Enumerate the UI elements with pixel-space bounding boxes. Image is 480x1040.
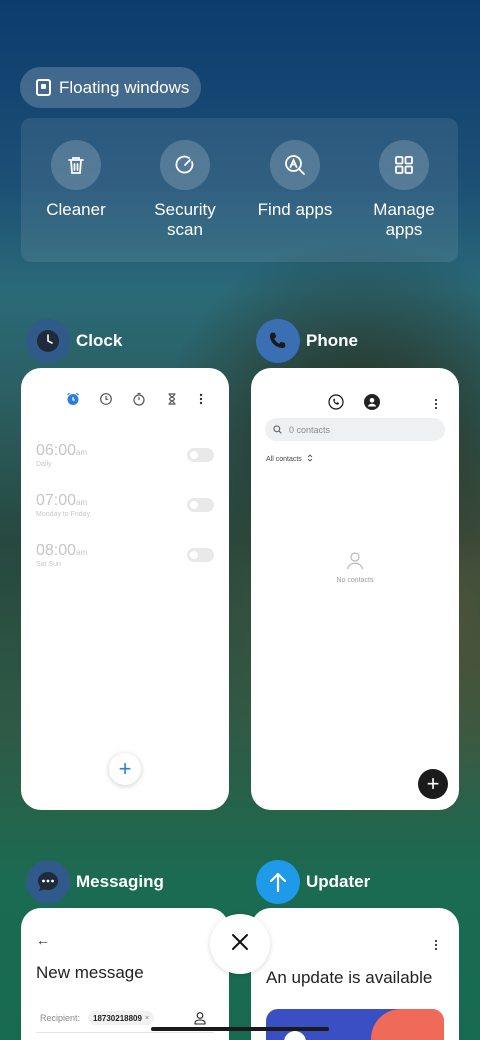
chevron-updown-icon xyxy=(307,454,313,464)
alarm-time: 08:00 xyxy=(36,542,77,559)
alarm-time: 07:00 xyxy=(36,492,77,509)
phone-app-icon xyxy=(256,319,300,363)
cleaner-button[interactable]: Cleaner xyxy=(21,140,131,220)
alarm-toggle[interactable] xyxy=(187,548,214,562)
contacts-tab-icon[interactable] xyxy=(364,394,380,415)
find-apps-icon xyxy=(270,140,320,190)
alarm-toggle[interactable] xyxy=(187,448,214,462)
contacts-filter-dropdown[interactable]: All contacts xyxy=(266,454,313,464)
phone-app-name: Phone xyxy=(306,331,358,350)
divider xyxy=(36,1032,214,1033)
alarm-ampm: am xyxy=(76,498,88,507)
clock-app-header[interactable]: Clock xyxy=(26,319,122,363)
security-scan-button[interactable]: Security scan xyxy=(130,140,240,240)
security-scan-icon xyxy=(160,140,210,190)
home-indicator[interactable] xyxy=(151,1027,329,1031)
find-apps-button[interactable]: Find apps xyxy=(240,140,350,220)
update-banner-image xyxy=(266,1009,444,1040)
floating-window-icon xyxy=(36,79,51,96)
updater-app-card[interactable]: An update is available xyxy=(251,908,459,1040)
recipient-number: 18730218809 xyxy=(93,1013,142,1023)
back-arrow-icon[interactable]: ← xyxy=(36,932,50,948)
grid-icon xyxy=(379,140,429,190)
alarm-repeat: Sat Sun xyxy=(36,561,61,568)
trash-icon xyxy=(51,140,101,190)
manage-apps-label: Manage apps xyxy=(373,200,435,239)
more-options-icon[interactable] xyxy=(198,392,204,411)
phone-app-card[interactable]: 0 contacts All contacts No contacts + xyxy=(251,368,459,810)
cleaner-label: Cleaner xyxy=(46,200,106,219)
chip-close-icon[interactable]: × xyxy=(145,1015,149,1022)
find-apps-label: Find apps xyxy=(257,200,333,219)
clock-app-name: Clock xyxy=(76,331,123,350)
messaging-app-icon xyxy=(26,860,70,904)
timer-tab-icon[interactable] xyxy=(165,392,179,411)
security-scan-label: Security scan xyxy=(154,200,216,239)
alarm-ampm: am xyxy=(76,548,88,557)
manage-apps-button[interactable]: Manage apps xyxy=(349,140,459,240)
clock-app-card[interactable]: 06:00am Daily 07:00am Monday to Friday 0… xyxy=(21,368,229,810)
add-alarm-button[interactable]: + xyxy=(109,753,141,785)
stopwatch-tab-icon[interactable] xyxy=(132,392,146,411)
alarm-item[interactable]: 08:00am Sat Sun xyxy=(36,542,214,568)
floating-windows-label: Floating windows xyxy=(59,77,190,97)
more-options-icon[interactable] xyxy=(433,938,439,956)
call-log-tab-icon[interactable] xyxy=(328,394,344,415)
world-clock-tab-icon[interactable] xyxy=(99,392,113,411)
search-placeholder: 0 contacts xyxy=(289,424,331,435)
empty-contacts-icon xyxy=(345,550,365,575)
add-contact-button[interactable]: + xyxy=(418,769,448,799)
alarm-item[interactable]: 07:00am Monday to Friday xyxy=(36,492,214,518)
contacts-search-input[interactable]: 0 contacts xyxy=(265,418,445,441)
clock-app-icon xyxy=(26,319,70,363)
close-icon xyxy=(231,933,249,956)
close-all-button[interactable] xyxy=(210,914,270,974)
phone-app-header[interactable]: Phone xyxy=(256,319,358,363)
new-message-title: New message xyxy=(36,963,144,982)
alarm-ampm: am xyxy=(76,448,88,457)
more-options-icon[interactable] xyxy=(433,397,439,415)
messaging-app-name: Messaging xyxy=(76,872,164,891)
recipient-chip[interactable]: 18730218809 × xyxy=(88,1011,155,1025)
filter-label: All contacts xyxy=(266,455,302,463)
updater-app-icon xyxy=(256,860,300,904)
messaging-app-header[interactable]: Messaging xyxy=(26,860,164,904)
search-icon xyxy=(273,421,282,439)
quick-tools-panel: Cleaner Security scan Find apps Manage a… xyxy=(21,118,458,262)
alarm-time: 06:00 xyxy=(36,442,77,459)
messaging-app-card[interactable]: ← New message Recipient: 18730218809 × xyxy=(21,908,229,1040)
recipient-label: Recipient: xyxy=(40,1013,81,1023)
alarm-toggle[interactable] xyxy=(187,498,214,512)
empty-contacts-label: No contacts xyxy=(336,577,374,584)
alarm-repeat: Monday to Friday xyxy=(36,511,91,518)
alarm-tab-icon[interactable] xyxy=(66,392,80,411)
updater-app-header[interactable]: Updater xyxy=(256,860,370,904)
floating-windows-button[interactable]: Floating windows xyxy=(20,67,201,108)
alarm-repeat: Daily xyxy=(36,461,52,468)
update-title: An update is available xyxy=(266,968,433,987)
alarm-item[interactable]: 06:00am Daily xyxy=(36,442,214,468)
updater-app-name: Updater xyxy=(306,872,371,891)
